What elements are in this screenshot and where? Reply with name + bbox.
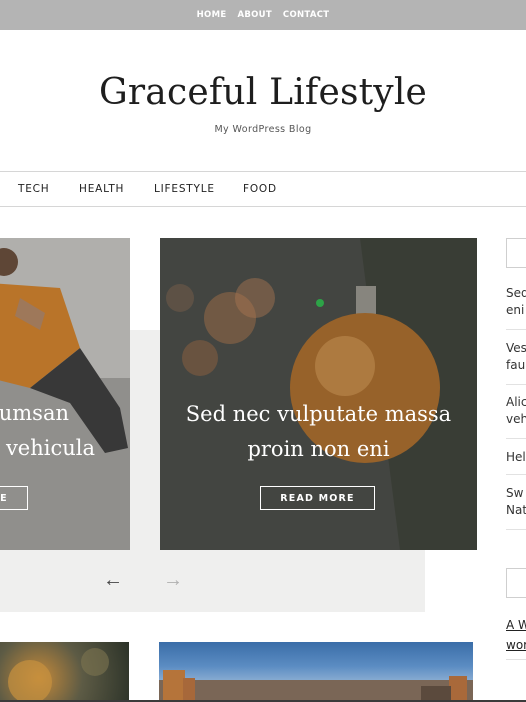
slider-prev-arrow-icon[interactable]: ← <box>103 568 123 592</box>
sidebar-divider <box>506 659 526 660</box>
category-health-link[interactable]: HEALTH <box>79 183 124 195</box>
slide-main-title-line2[interactable]: proin non eni <box>160 432 477 467</box>
sidebar-recent-post[interactable]: Hel <box>506 449 526 466</box>
top-nav-home-link[interactable]: HOME <box>197 10 227 20</box>
sidebar-recent-post-line2: fau <box>506 358 526 372</box>
top-nav-about-link[interactable]: ABOUT <box>237 10 271 20</box>
sidebar-search-input[interactable] <box>506 568 526 598</box>
sidebar-recent-post-line1: Sw <box>506 486 524 500</box>
sidebar-recent-post-line2: veh <box>506 412 526 426</box>
post-thumbnail[interactable] <box>159 642 473 702</box>
top-nav-contact-link[interactable]: CONTACT <box>283 10 329 20</box>
slide-main-read-more-button[interactable]: READ MORE <box>260 486 375 510</box>
sidebar-comment[interactable]: A W wor <box>506 617 526 654</box>
sidebar-recent-post[interactable]: Sed eni <box>506 285 526 319</box>
sidebar-recent-post[interactable]: Sw Nat <box>506 485 526 519</box>
site-title[interactable]: Graceful Lifestyle <box>0 72 526 113</box>
sidebar-search-input[interactable] <box>506 238 526 268</box>
sidebar-recent-post-line2: eni <box>506 303 525 317</box>
sidebar-recent-post-line1: Hel <box>506 450 526 464</box>
slide-main-title-line1[interactable]: Sed nec vulputate massa <box>160 397 477 432</box>
sidebar-recent-post-line1: Alic <box>506 395 526 409</box>
slider-next-arrow-icon[interactable]: → <box>163 568 183 592</box>
sidebar-divider <box>506 474 526 475</box>
top-nav: HOME ABOUT CONTACT <box>0 0 526 30</box>
sidebar-recent-post[interactable]: Ves fau <box>506 340 526 374</box>
category-food-link[interactable]: FOOD <box>243 183 277 195</box>
sidebar-divider <box>506 384 526 385</box>
thumbnail-photo <box>159 670 473 702</box>
sidebar-recent-post-line1: Ves <box>506 341 526 355</box>
slide-left-title-line1: umsan <box>0 401 69 425</box>
sidebar-recent-post[interactable]: Alic veh <box>506 394 526 428</box>
slide-left-title-line2: vehicula <box>5 436 95 460</box>
sidebar-comment-line1[interactable]: A W <box>506 617 526 634</box>
sidebar-divider <box>506 529 526 530</box>
sidebar-divider <box>506 438 526 439</box>
sidebar-comment-line2[interactable]: wor <box>506 637 526 654</box>
site-tagline: My WordPress Blog <box>214 124 312 135</box>
slide-left-read-more-button[interactable]: E <box>0 486 28 510</box>
slide-main[interactable]: Sed nec vulputate massa proin non eni RE… <box>160 238 477 550</box>
post-thumbnail[interactable] <box>0 642 129 702</box>
category-nav: TECH HEALTH LIFESTYLE FOOD <box>0 171 526 207</box>
sidebar-recent-post-line2: Nat <box>506 503 526 517</box>
thumbnail-photo <box>8 648 109 702</box>
sidebar-divider <box>506 329 526 330</box>
slide-left[interactable]: umsan vehicula E <box>0 238 130 550</box>
category-tech-link[interactable]: TECH <box>18 183 49 195</box>
sidebar-recent-post-line1: Sed <box>506 286 526 300</box>
category-lifestyle-link[interactable]: LIFESTYLE <box>154 183 215 195</box>
